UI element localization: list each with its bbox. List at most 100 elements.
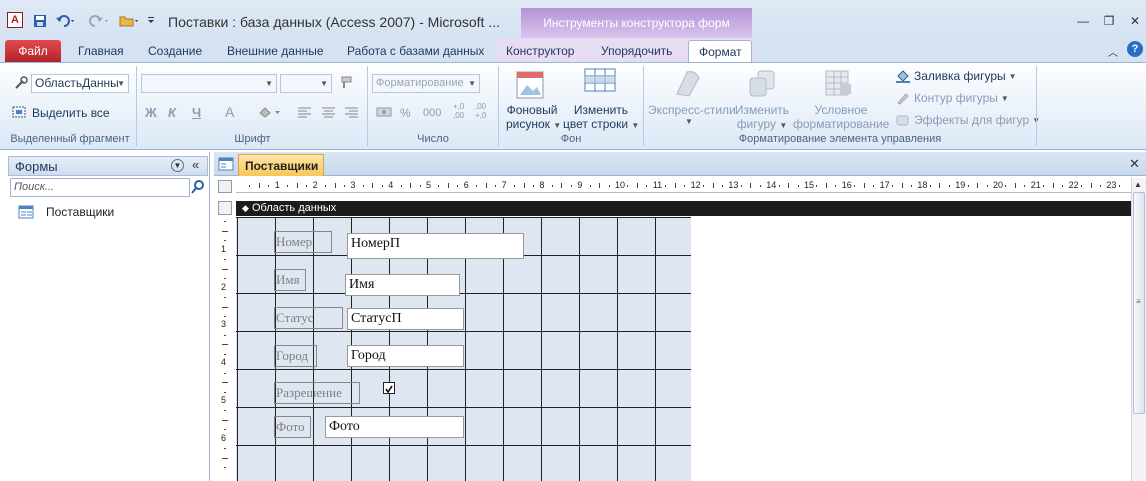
conditional-formatting-label-2: форматирование	[793, 117, 890, 131]
font-group-label: Шрифт	[234, 133, 271, 145]
background-image-icon[interactable]	[515, 70, 545, 103]
shape-fill-button[interactable]: Заливка фигуры ▼	[895, 69, 1017, 83]
access-app-icon[interactable]: A	[7, 12, 23, 28]
ruler-tick	[551, 185, 553, 187]
checkmark-icon	[385, 385, 393, 394]
detail-section-bar[interactable]: ◆ Область данных	[236, 201, 1132, 216]
nav-pane-header[interactable]: Формы ▼ «	[8, 156, 208, 176]
ruler-number: 6	[463, 180, 469, 190]
percent-button[interactable]: %	[400, 106, 411, 120]
alternate-row-color-button[interactable]: Изменить цвет строки ▼	[563, 103, 639, 131]
label-permission[interactable]: Разрешение	[274, 382, 360, 404]
ruler-tick	[986, 185, 988, 187]
currency-icon[interactable]	[376, 105, 394, 122]
conditional-formatting-icon[interactable]	[823, 68, 855, 101]
collapse-ribbon-icon[interactable]: ︿	[1108, 44, 1118, 59]
tab-external-data[interactable]: Внешние данные	[217, 40, 334, 62]
quick-styles-icon[interactable]	[673, 68, 705, 101]
font-name-combo[interactable]: ▼	[141, 74, 277, 93]
italic-button[interactable]: К	[168, 105, 176, 120]
align-center-icon[interactable]	[321, 106, 337, 121]
underline-button[interactable]: Ч	[192, 105, 201, 120]
select-all-button[interactable]: Выделить все	[12, 106, 110, 120]
section-label: Область данных	[251, 202, 337, 214]
change-shape-icon[interactable]	[746, 68, 778, 101]
section-selector-box[interactable]	[218, 201, 232, 215]
background-image-label-1: Фоновый	[506, 103, 558, 117]
font-color-button[interactable]: А	[225, 104, 234, 120]
open-folder-icon[interactable]	[117, 10, 143, 32]
field-status[interactable]: СтатусП	[347, 308, 464, 330]
dropdown-arrow-icon: ▼	[265, 79, 273, 88]
conditional-formatting-button[interactable]: Условное форматирование	[793, 103, 889, 131]
number-format-combo[interactable]: Форматирование ▼	[372, 74, 480, 93]
select-all-label: Выделить все	[32, 106, 110, 120]
ruler-tick	[362, 185, 364, 187]
help-icon[interactable]: ?	[1127, 41, 1143, 57]
increase-decimals-button[interactable]: +,0 ,00	[453, 102, 471, 120]
align-right-icon[interactable]	[344, 106, 360, 121]
decrease-decimals-button[interactable]: ,00 +,0	[475, 102, 493, 120]
tab-design[interactable]: Конструктор	[496, 40, 584, 62]
collapse-nav-pane-icon[interactable]: «	[192, 157, 199, 172]
minimize-icon[interactable]: —	[1073, 14, 1093, 30]
format-painter-icon[interactable]	[337, 76, 353, 93]
ruler-tick	[703, 185, 705, 187]
tab-database-tools[interactable]: Работа с базами данных	[337, 40, 494, 62]
quick-styles-button[interactable]: Экспресс-стили ▼	[648, 103, 736, 126]
ruler-tick	[222, 457, 228, 459]
tab-home[interactable]: Главная	[68, 40, 134, 62]
close-document-icon[interactable]: ✕	[1129, 156, 1140, 172]
label-photo[interactable]: Фото	[274, 416, 311, 438]
shape-outline-button[interactable]: Контур фигуры ▼	[895, 91, 1009, 105]
field-city[interactable]: Город	[347, 345, 464, 367]
bold-button[interactable]: Ж	[145, 105, 157, 120]
thousands-button[interactable]: 000	[423, 107, 441, 119]
permission-checkbox[interactable]	[383, 382, 395, 394]
tab-format[interactable]: Формат	[688, 40, 752, 63]
shape-effects-button[interactable]: Эффекты для фигур▼	[895, 113, 1040, 127]
object-selector-combo[interactable]: ОбластьДанны ▼	[31, 74, 129, 93]
background-image-button[interactable]: Фоновый рисунок ▼	[506, 103, 561, 131]
tab-arrange[interactable]: Упорядочить	[591, 40, 682, 62]
ruler-tick	[797, 185, 799, 187]
nav-menu-chevron-icon[interactable]: ▼	[171, 159, 184, 172]
tab-create[interactable]: Создание	[138, 40, 212, 62]
form-selector-box[interactable]	[218, 180, 232, 193]
search-icon[interactable]	[191, 179, 205, 198]
field-number[interactable]: НомерП	[347, 233, 524, 259]
close-icon[interactable]: ✕	[1125, 14, 1145, 30]
label-city[interactable]: Город	[274, 345, 317, 367]
conditional-formatting-label-1: Условное	[814, 103, 868, 117]
change-shape-button[interactable]: Изменить фигуру ▼	[732, 103, 792, 131]
field-name[interactable]: Имя	[345, 274, 460, 296]
ruler-tick	[222, 344, 228, 346]
effects-icon	[896, 115, 909, 126]
undo-icon[interactable]	[53, 10, 79, 32]
customize-qat-icon[interactable]	[145, 10, 157, 32]
alternate-row-color-icon[interactable]	[584, 68, 616, 95]
ruler-tick	[325, 185, 327, 187]
scroll-thumb[interactable]: ≡	[1133, 192, 1145, 414]
align-left-icon[interactable]	[297, 106, 313, 121]
field-photo[interactable]: Фото	[325, 416, 464, 438]
label-number[interactable]: Номер	[274, 231, 332, 253]
tab-file[interactable]: Файл	[5, 40, 61, 62]
redo-icon[interactable]	[86, 10, 112, 32]
scroll-up-icon[interactable]: ▲	[1134, 180, 1142, 189]
nav-search-input[interactable]: Поиск...	[10, 178, 190, 197]
ruler-number: 2	[312, 180, 318, 190]
save-icon[interactable]	[31, 10, 49, 32]
label-name[interactable]: Имя	[274, 269, 306, 291]
label-status[interactable]: Статус	[274, 307, 343, 329]
ruler-number: 5	[426, 180, 432, 190]
font-size-combo[interactable]: ▼	[280, 74, 332, 93]
fill-color-icon[interactable]	[257, 105, 283, 122]
ruler-number: 3	[221, 319, 227, 330]
vertical-scrollbar[interactable]: ▲ ≡	[1131, 178, 1146, 481]
nav-item-form[interactable]: Поставщики	[18, 205, 114, 219]
ruler-tick	[712, 183, 714, 188]
document-tab-suppliers[interactable]: Поставщики	[238, 154, 324, 176]
ruler-number: 22	[1068, 180, 1079, 190]
restore-icon[interactable]: ❐	[1099, 14, 1119, 30]
